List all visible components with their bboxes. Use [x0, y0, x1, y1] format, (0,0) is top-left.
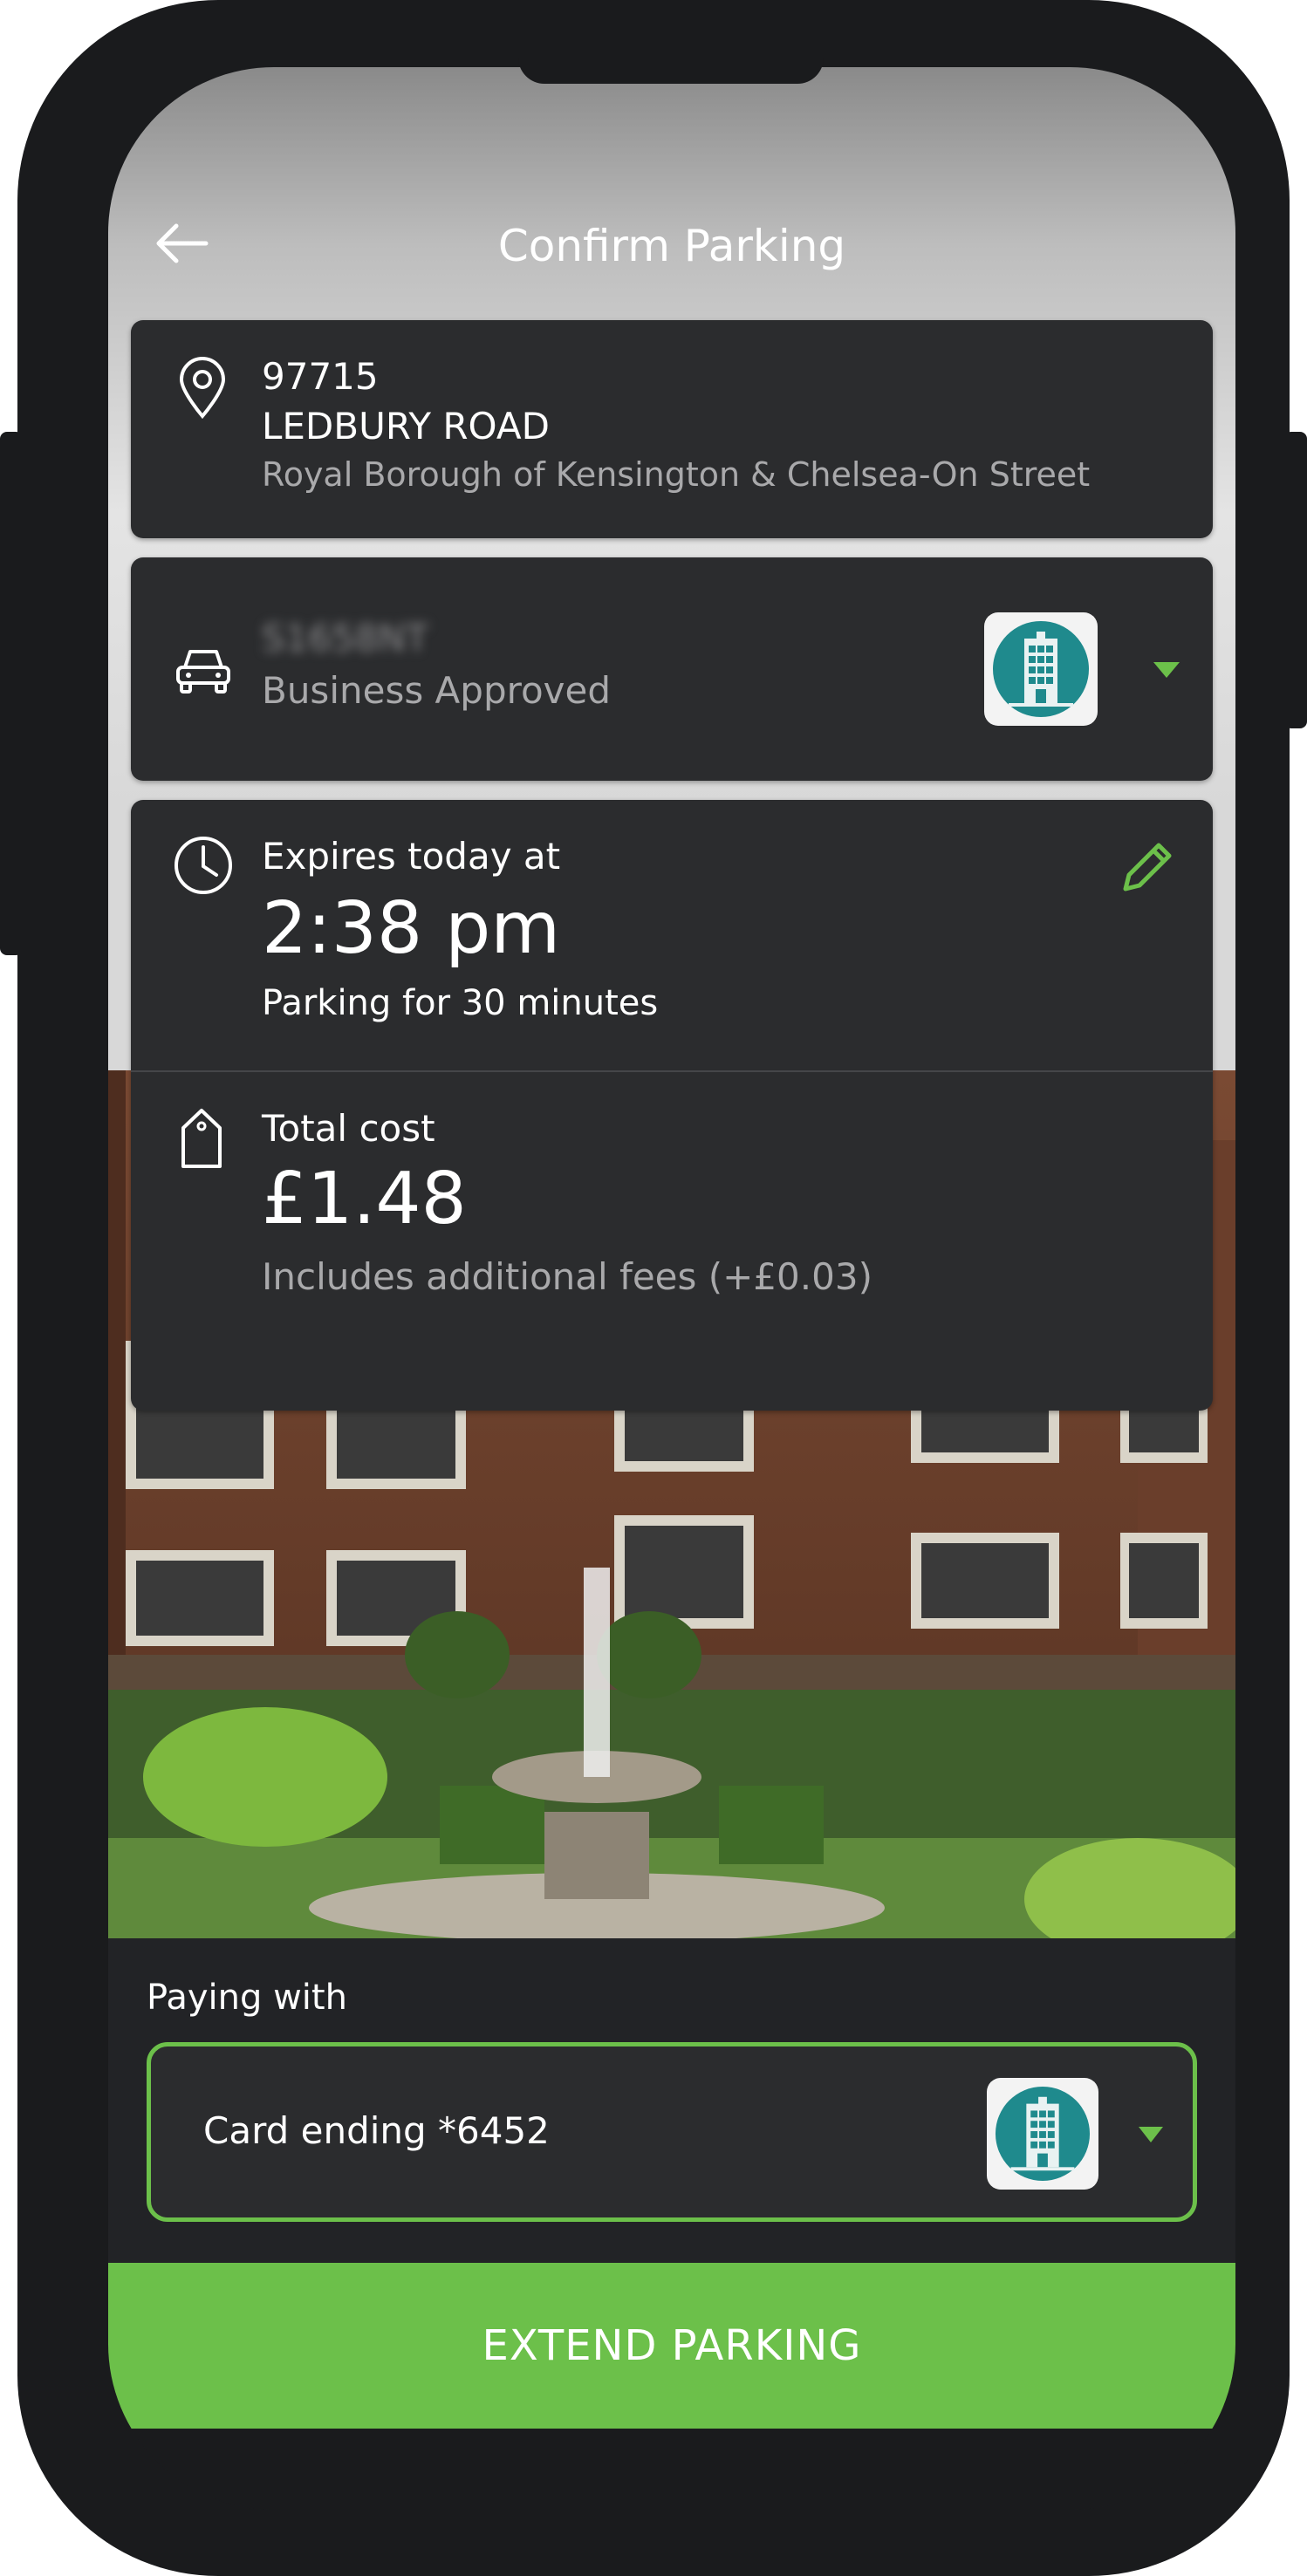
building-icon — [993, 621, 1089, 717]
card-label: Card ending *6452 — [203, 2109, 550, 2152]
clock-icon — [174, 837, 232, 894]
location-pin-icon — [179, 357, 226, 420]
edit-pencil-icon[interactable] — [1117, 837, 1178, 898]
building-icon — [995, 2086, 1091, 2182]
street-name: LEDBURY ROAD — [262, 405, 550, 448]
zone-number: 97715 — [262, 355, 379, 398]
total-cost-label: Total cost — [262, 1107, 435, 1150]
location-card: 97715 LEDBURY ROAD Royal Borough of Kens… — [131, 320, 1213, 538]
card-divider — [131, 1070, 1213, 1072]
parking-duration: Parking for 30 minutes — [262, 983, 659, 1023]
business-account-tile — [984, 612, 1098, 726]
app-screen: Confirm Parking 97715 LEDBURY ROAD Royal… — [108, 67, 1235, 2510]
vehicle-card[interactable]: S1658NT Business Approved — [131, 557, 1213, 781]
vehicle-plate: S1658NT — [262, 617, 428, 659]
paying-with-label: Paying with — [147, 1978, 347, 2018]
payment-method-selector[interactable]: Card ending *6452 — [147, 2042, 1197, 2222]
price-tag-icon — [181, 1109, 222, 1168]
car-icon — [176, 650, 230, 694]
expiry-time: 2:38 pm — [262, 887, 561, 970]
time-cost-card: Expires today at 2:38 pm Parking for 30 … — [131, 800, 1213, 1411]
extend-parking-button[interactable]: EXTEND PARKING — [108, 2263, 1235, 2429]
vehicle-status: Business Approved — [262, 669, 612, 712]
fees-note: Includes additional fees (+£0.03) — [262, 1255, 872, 1298]
expiry-label: Expires today at — [262, 835, 561, 878]
total-cost-amount: £1.48 — [262, 1158, 467, 1240]
dropdown-icon[interactable] — [1152, 660, 1181, 680]
payment-business-tile — [987, 2078, 1098, 2190]
page-title: Confirm Parking — [497, 221, 846, 271]
phone-notch — [518, 49, 824, 84]
top-bar: Confirm Parking — [108, 67, 1235, 320]
dropdown-icon[interactable] — [1137, 2125, 1165, 2144]
phone-frame: Confirm Parking 97715 LEDBURY ROAD Royal… — [17, 0, 1290, 2576]
screen-bottom-bezel — [108, 2429, 1235, 2510]
area-name: Royal Borough of Kensington & Chelsea-On… — [262, 455, 1091, 494]
